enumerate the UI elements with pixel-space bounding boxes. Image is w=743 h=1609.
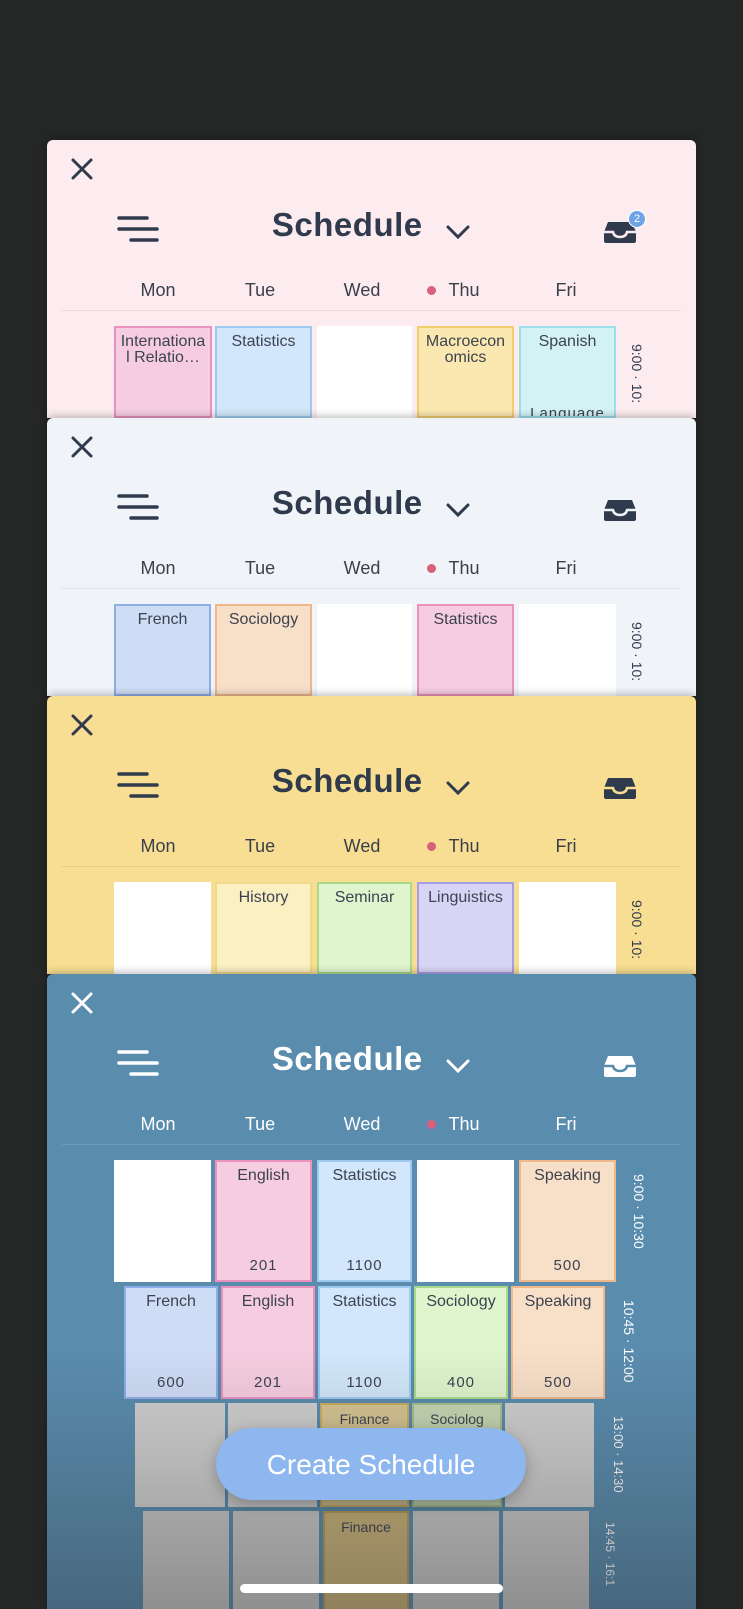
today-dot [427, 564, 436, 573]
chevron-down-icon[interactable] [445, 502, 471, 518]
inbox-icon[interactable] [602, 1054, 638, 1078]
class-cell[interactable]: History [215, 882, 312, 974]
inbox-icon[interactable] [602, 498, 638, 522]
empty-cell[interactable] [317, 604, 412, 696]
time-label: 10:45 · 12:00 [621, 1300, 637, 1383]
class-cell[interactable]: English 201 [215, 1160, 312, 1282]
time-label: 9:00 · 10:30 [631, 1174, 647, 1249]
day-label: Fri [555, 280, 577, 300]
divider [62, 1144, 681, 1145]
close-icon[interactable] [67, 988, 97, 1018]
time-label: 14:45 · 16:1 [603, 1522, 617, 1587]
schedule-card-1[interactable]: Schedule 2 Mon Tue Wed Thu Fri Internati… [47, 140, 696, 418]
schedule-card-3[interactable]: Schedule Mon Tue Wed Thu Fri History Sem… [47, 696, 696, 974]
close-icon[interactable] [67, 710, 97, 740]
class-cell[interactable]: Seminar [317, 882, 412, 974]
page-title: Schedule [271, 762, 423, 799]
divider [62, 310, 681, 311]
close-icon[interactable] [67, 432, 97, 462]
class-cell[interactable]: Speaking 500 [519, 1160, 616, 1282]
schedule-title[interactable]: Schedule [47, 762, 696, 800]
class-cell[interactable]: Statistics 1100 [317, 1160, 412, 1282]
day-label: Mon [140, 558, 176, 578]
create-schedule-button[interactable]: Create Schedule [216, 1428, 526, 1500]
class-cell[interactable]: Finance [323, 1511, 409, 1609]
schedule-card-4[interactable]: Schedule Mon Tue Wed Thu Fri English 201 … [47, 974, 696, 1609]
day-label: Tue [244, 836, 276, 856]
class-cell[interactable]: Sociology 400 [414, 1286, 508, 1399]
divider [62, 866, 681, 867]
class-cell[interactable]: Macroeconomics [417, 326, 514, 418]
class-cell[interactable]: Spanish Language [519, 326, 616, 418]
weekday-header: Mon Tue Wed Thu Fri [47, 558, 696, 580]
weekday-header: Mon Tue Wed Thu Fri [47, 836, 696, 858]
empty-cell[interactable] [135, 1403, 225, 1507]
time-label: 9:00 · 10: [629, 344, 645, 404]
class-cell[interactable]: Statistics [417, 604, 514, 696]
chevron-down-icon[interactable] [445, 224, 471, 240]
class-cell[interactable]: Speaking 500 [511, 1286, 605, 1399]
page-title: Schedule [271, 1040, 423, 1077]
weekday-header: Mon Tue Wed Thu Fri [47, 1114, 696, 1136]
class-cell[interactable]: French 600 [124, 1286, 218, 1399]
empty-cell[interactable] [317, 326, 412, 418]
day-label: Fri [555, 1114, 577, 1134]
class-cell[interactable]: Sociology [215, 604, 312, 696]
day-label: Mon [140, 836, 176, 856]
inbox-icon[interactable] [602, 776, 638, 800]
weekday-header: Mon Tue Wed Thu Fri [47, 280, 696, 302]
close-icon[interactable] [67, 154, 97, 184]
schedule-card-2[interactable]: Schedule Mon Tue Wed Thu Fri French Soci… [47, 418, 696, 696]
day-label: Wed [343, 558, 381, 578]
class-cell[interactable]: International Relatio… [114, 326, 212, 418]
time-label: 9:00 · 10: [629, 622, 645, 682]
day-label: Wed [343, 836, 381, 856]
empty-cell[interactable] [233, 1511, 319, 1609]
day-label: Mon [140, 1114, 176, 1134]
class-cell[interactable]: French [114, 604, 211, 696]
day-label: Tue [244, 1114, 276, 1134]
home-indicator[interactable] [240, 1584, 503, 1593]
schedule-title[interactable]: Schedule [47, 484, 696, 522]
time-label: 9:00 · 10: [629, 900, 645, 960]
notification-badge: 2 [628, 210, 646, 228]
empty-cell[interactable] [417, 1160, 514, 1282]
today-dot [427, 286, 436, 295]
empty-cell[interactable] [503, 1511, 589, 1609]
day-label: Mon [140, 280, 176, 300]
empty-cell[interactable] [114, 882, 211, 974]
day-label: Tue [244, 558, 276, 578]
day-label: Tue [244, 280, 276, 300]
today-dot [427, 1120, 436, 1129]
day-label: Wed [343, 1114, 381, 1134]
page-title: Schedule [271, 484, 423, 521]
schedule-title[interactable]: Schedule [47, 1040, 696, 1078]
page-title: Schedule [271, 206, 423, 243]
schedule-title[interactable]: Schedule [47, 206, 696, 244]
today-dot [427, 842, 436, 851]
time-label: 13:00 · 14:30 [611, 1416, 626, 1493]
empty-cell[interactable] [413, 1511, 499, 1609]
empty-cell[interactable] [114, 1160, 211, 1282]
empty-cell[interactable] [519, 604, 616, 696]
class-cell[interactable]: English 201 [221, 1286, 315, 1399]
chevron-down-icon[interactable] [445, 1058, 471, 1074]
class-cell[interactable]: Statistics 1100 [318, 1286, 411, 1399]
chevron-down-icon[interactable] [445, 780, 471, 796]
day-label: Fri [555, 558, 577, 578]
day-label: Fri [555, 836, 577, 856]
day-label: Wed [343, 280, 381, 300]
empty-cell[interactable] [519, 882, 616, 974]
divider [62, 588, 681, 589]
class-cell[interactable]: Linguistics [417, 882, 514, 974]
class-cell[interactable]: Statistics [215, 326, 312, 418]
empty-cell[interactable] [143, 1511, 229, 1609]
